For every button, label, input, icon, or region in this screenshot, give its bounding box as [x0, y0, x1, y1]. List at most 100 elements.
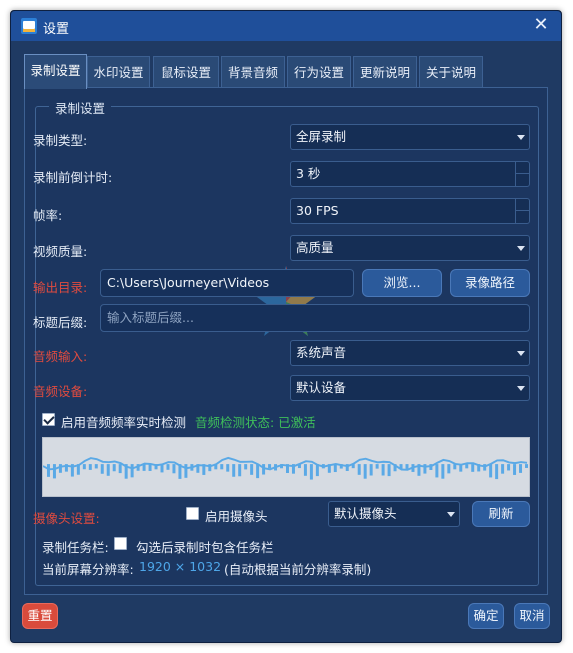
audio-device-label: 音频设备: [33, 384, 88, 399]
waveform-bar [58, 464, 62, 473]
tab-watermark-settings[interactable]: 水印设置 [87, 56, 150, 88]
browse-button[interactable]: 浏览... [362, 269, 442, 297]
tab-update-notes[interactable]: 更新说明 [353, 56, 417, 88]
waveform-bar [501, 464, 505, 474]
waveform-bar [256, 464, 260, 479]
chevron-down-icon [517, 386, 525, 391]
waveform-bar [250, 464, 254, 475]
waveform-bar [238, 464, 242, 477]
waveform-bar [184, 464, 188, 478]
waveform-bar [465, 464, 469, 469]
output-dir-field[interactable]: C:\Users\Journeyer\Videos [100, 269, 354, 297]
waveform-bar [244, 464, 248, 470]
spin-up-icon[interactable] [515, 199, 529, 211]
video-quality-select[interactable]: 高质量 [290, 235, 530, 261]
spin-up-icon[interactable] [515, 162, 529, 174]
refresh-button[interactable]: 刷新 [472, 501, 530, 527]
waveform-bar [519, 464, 523, 473]
waveform-bar [106, 464, 110, 476]
output-dir-label: 输出目录: [33, 280, 88, 295]
waveform-bar [471, 464, 475, 472]
waveform-bar [303, 464, 307, 476]
tab-label: 行为设置 [293, 65, 344, 80]
waveform-bar [118, 464, 122, 474]
waveform-bar [369, 464, 373, 476]
resolution-value: 1920 × 1032 [139, 559, 222, 574]
camera-checkbox[interactable] [186, 507, 199, 520]
app-icon [21, 18, 37, 34]
tab-label: 更新说明 [359, 65, 410, 80]
frame-rate-spinbox[interactable]: 30 FPS [290, 198, 530, 224]
camera-select[interactable]: 默认摄像头 [328, 501, 460, 527]
chevron-down-icon [447, 512, 455, 517]
select-value: 系统声音 [296, 345, 347, 360]
waveform-bar [46, 464, 50, 477]
waveform-bar [435, 464, 439, 478]
title-suffix-label: 标题后缀: [33, 315, 88, 330]
waveform-bar [405, 464, 409, 469]
waveform-bar [268, 464, 272, 469]
waveform-bar [483, 464, 487, 471]
tab-background-audio[interactable]: 背景音频 [221, 56, 285, 88]
taskbar-checkbox[interactable] [114, 537, 127, 550]
tab-behavior-settings[interactable]: 行为设置 [287, 56, 351, 88]
tab-about[interactable]: 关于说明 [419, 56, 483, 88]
chevron-down-icon [517, 351, 525, 356]
waveform-bar [82, 464, 86, 470]
audio-monitor-label: 启用音频频率实时检测 [61, 415, 187, 430]
countdown-spinbox[interactable]: 3 秒 [290, 161, 530, 187]
tab-label: 鼠标设置 [160, 65, 211, 80]
reset-button[interactable]: 重置 [22, 603, 58, 629]
waveform-bar [226, 464, 230, 472]
waveform-bar [507, 464, 511, 471]
record-type-select[interactable]: 全屏录制 [290, 124, 530, 150]
spin-down-icon[interactable] [515, 174, 529, 186]
audio-monitor-checkbox[interactable] [42, 413, 55, 426]
waveform-bar [375, 464, 379, 469]
resolution-note: (自动根据当前分辨率录制) [224, 562, 372, 577]
spin-down-icon[interactable] [515, 211, 529, 223]
chevron-down-icon [517, 246, 525, 251]
tab-label: 关于说明 [425, 65, 476, 80]
audio-input-label: 音频输入: [33, 349, 88, 364]
audio-waveform [42, 437, 530, 497]
group-title: 录制设置 [49, 98, 112, 117]
frame-rate-label: 帧率: [33, 208, 63, 223]
audio-input-select[interactable]: 系统声音 [290, 340, 530, 366]
audio-device-select[interactable]: 默认设备 [290, 375, 530, 401]
waveform-bar [489, 464, 493, 478]
ok-button[interactable]: 确定 [468, 603, 504, 629]
select-value: 默认设备 [296, 380, 347, 395]
waveform-bar [148, 464, 152, 471]
record-path-button[interactable]: 录像路径 [450, 269, 530, 297]
waveform-bar [52, 464, 56, 479]
tab-label: 水印设置 [93, 65, 144, 80]
waveform-bar [88, 464, 92, 470]
waveform-bar [172, 464, 176, 474]
close-icon[interactable]: ✕ [531, 15, 551, 35]
window-title: 设置 [43, 22, 70, 37]
tab-mouse-settings[interactable]: 鼠标设置 [153, 56, 219, 88]
waveform-bar [447, 464, 451, 474]
record-type-label: 录制类型: [33, 133, 88, 148]
select-value: 默认摄像头 [334, 506, 397, 521]
video-quality-label: 视频质量: [33, 244, 88, 259]
waveform-bar [495, 464, 499, 480]
waveform-bar [387, 464, 391, 477]
title-suffix-input[interactable]: 输入标题后缀... [100, 304, 530, 332]
waveform-bar [112, 464, 116, 472]
spin-value: 3 秒 [296, 166, 321, 181]
countdown-label: 录制前倒计时: [33, 170, 113, 185]
tab-label: 录制设置 [30, 63, 81, 78]
title-bar: 设置 ✕ [11, 11, 561, 41]
cancel-button[interactable]: 取消 [514, 603, 550, 629]
waveform-bar [94, 464, 98, 469]
waveform-bar [220, 464, 224, 470]
tab-record-settings[interactable]: 录制设置 [24, 54, 87, 89]
camera-label: 摄像头设置: [33, 511, 100, 526]
waveform-bar [357, 464, 361, 475]
spin-value: 30 FPS [296, 203, 339, 218]
waveform-bar [232, 464, 236, 477]
select-value: 高质量 [296, 240, 334, 255]
waveform-bar [130, 464, 134, 478]
